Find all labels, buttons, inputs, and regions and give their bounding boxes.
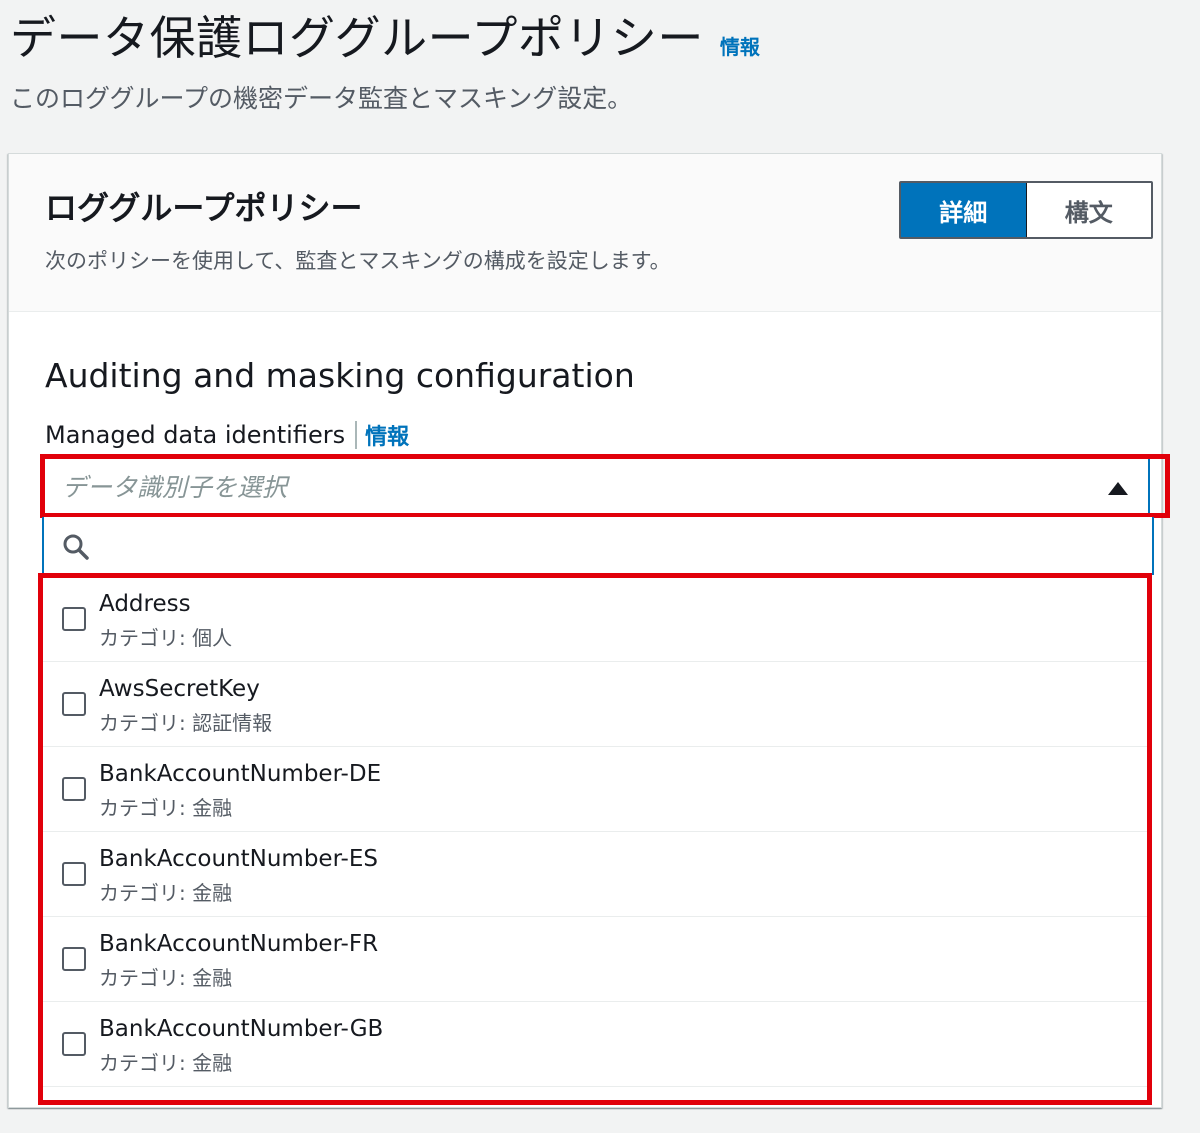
option-address[interactable]: Address カテゴリ: 個人: [42, 577, 1148, 662]
caret-up-icon: [1108, 482, 1128, 495]
field-info-link[interactable]: 情報: [365, 419, 409, 451]
segment-syntax-button[interactable]: 構文: [1026, 183, 1151, 237]
option-bank-account-es[interactable]: BankAccountNumber-ES カテゴリ: 金融: [42, 832, 1148, 917]
search-icon: [63, 534, 89, 560]
option-category: カテゴリ: 金融: [99, 1051, 233, 1075]
page-header: データ保護ロググループポリシー 情報 このロググループの機密データ監査とマスキン…: [10, 8, 1190, 116]
panel-header: ロググループポリシー 次のポリシーを使用して、監査とマスキングの構成を設定します…: [9, 154, 1161, 312]
option-name: Address: [99, 591, 191, 617]
panel-title: ロググループポリシー: [45, 189, 363, 227]
segment-details-button[interactable]: 詳細: [901, 183, 1027, 237]
search-row: [42, 517, 1154, 575]
option-name: AwsSecretKey: [99, 676, 260, 702]
option-name: BankAccountNumber-GB: [99, 1016, 384, 1042]
panel-description: 次のポリシーを使用して、監査とマスキングの構成を設定します。: [45, 249, 671, 273]
option-name: BankAccountNumber-FR: [99, 931, 379, 957]
view-segmented-control: 詳細 構文: [899, 181, 1153, 239]
checkbox[interactable]: [62, 607, 86, 631]
option-bank-account-de[interactable]: BankAccountNumber-DE カテゴリ: 金融: [42, 747, 1148, 832]
checkbox[interactable]: [62, 1032, 86, 1056]
option-category: カテゴリ: 金融: [99, 881, 233, 905]
option-category: カテゴリ: 認証情報: [99, 711, 273, 735]
search-input[interactable]: [104, 525, 1134, 565]
page-info-link[interactable]: 情報: [720, 31, 760, 60]
data-identifier-select[interactable]: データ識別子を選択: [42, 455, 1150, 515]
checkbox[interactable]: [62, 947, 86, 971]
section-title: Auditing and masking configuration: [45, 356, 635, 395]
option-name: BankAccountNumber-DE: [99, 761, 382, 787]
managed-data-identifiers-label: Managed data identifiers: [45, 421, 346, 449]
option-category: カテゴリ: 金融: [99, 796, 233, 820]
checkbox[interactable]: [62, 777, 86, 801]
option-bank-account-fr[interactable]: BankAccountNumber-FR カテゴリ: 金融: [42, 917, 1148, 1002]
option-bank-account-gb[interactable]: BankAccountNumber-GB カテゴリ: 金融: [42, 1002, 1148, 1087]
checkbox[interactable]: [62, 862, 86, 886]
field-label-row: Managed data identifiers 情報: [45, 418, 409, 452]
select-placeholder: データ識別子を選択: [62, 473, 288, 502]
page-description: このロググループの機密データ監査とマスキング設定。: [10, 84, 633, 113]
option-aws-secret-key[interactable]: AwsSecretKey カテゴリ: 認証情報: [42, 662, 1148, 747]
page-title-row: データ保護ロググループポリシー 情報: [10, 8, 1190, 68]
option-name: BankAccountNumber-ES: [99, 846, 378, 872]
option-category: カテゴリ: 個人: [99, 626, 233, 650]
options-list: Address カテゴリ: 個人 AwsSecretKey カテゴリ: 認証情報…: [42, 577, 1148, 1104]
option-category: カテゴリ: 金融: [99, 966, 233, 990]
page-title: データ保護ロググループポリシー: [10, 11, 704, 65]
checkbox[interactable]: [62, 692, 86, 716]
label-divider: [355, 421, 358, 449]
